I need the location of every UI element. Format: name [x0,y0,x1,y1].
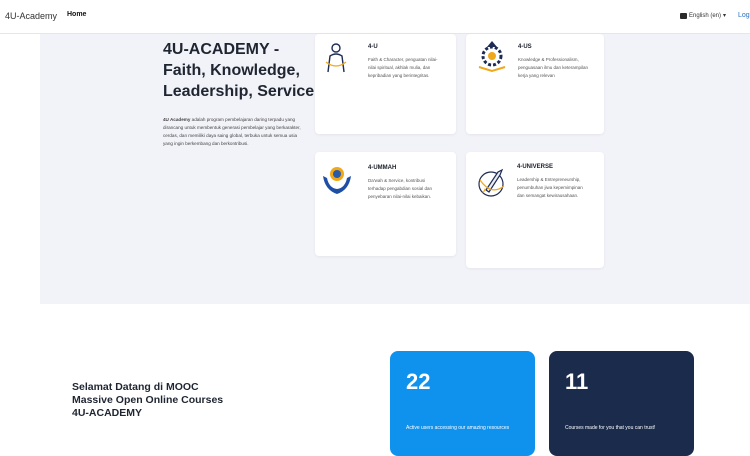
welcome-line: Massive Open Online Courses [72,394,224,406]
stat-description: Active users accessing our amazing resou… [406,425,510,431]
login-link[interactable]: Log [738,12,750,19]
pillar-card-4universe: 4-UNIVERSE Leadership & Entrepreneurship… [466,152,604,268]
hands-globe-icon [323,167,351,194]
chevron-down-icon: ▾ [723,13,727,19]
card-title: 4-US [518,44,532,50]
stat-card-courses: 11 Courses made for you that you can tru… [549,351,694,456]
card-title: 4-U [368,44,378,50]
stat-description: Courses made for you that you can trust! [565,425,656,431]
stat-card-active-users: 22 Active users accessing our amazing re… [390,351,535,456]
card-text: Da'wah & Service, kontribusi terhadap pe… [368,178,433,199]
card-title: 4-UMMAH [368,165,397,171]
pillar-card-4u: 4-U Faith & Character, penguatan nilai-n… [315,34,456,134]
hero-desc-brand: 4U Academy [163,117,191,122]
card-text: Leadership & Entrepreneurship, penumbuha… [517,177,583,198]
nav-home-link[interactable]: Home [67,11,86,18]
site-brand-link[interactable]: 4U-Academy [5,11,57,21]
welcome-heading: Selamat Datang di MOOC Massive Open Onli… [72,381,292,420]
card-text: Faith & Character, penguatan nilai-nilai… [368,57,438,78]
card-text: Knowledge & Professionalism, penguasaan … [518,57,589,78]
pillar-card-4ummah: 4-UMMAH Da'wah & Service, kontribusi ter… [315,152,456,256]
top-navbar: 4U-Academy Home English (en) ▾ Log [0,0,750,34]
welcome-line: Selamat Datang di MOOC [72,381,199,393]
rocket-icon [478,168,505,197]
welcome-line: 4U-ACADEMY [72,407,143,419]
pillar-card-4us: 4-US Knowledge & Professionalism, pengua… [466,34,604,134]
person-outline-icon [325,43,347,73]
language-menu[interactable]: English (en) ▾ [680,12,726,19]
stat-value: 11 [565,369,589,394]
gear-book-icon [478,41,506,73]
language-icon [680,12,687,19]
hero-description: 4U Academy adalah program pembelajaran d… [163,116,308,148]
card-title: 4-UNIVERSE [517,164,554,170]
hero-title: 4U-ACADEMY - Faith, Knowledge, Leadershi… [163,41,315,100]
language-label: English (en) [689,12,722,19]
stat-value: 22 [406,369,431,394]
